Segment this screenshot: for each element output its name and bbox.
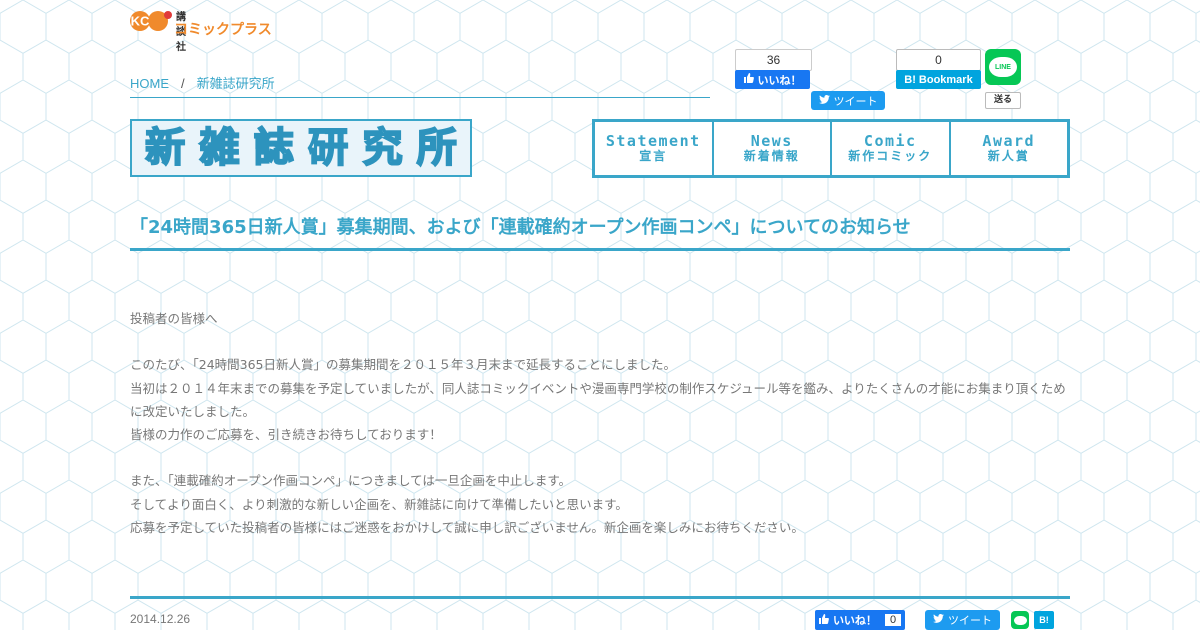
hatena-bookmark-button[interactable]: B! Bookmark: [896, 70, 981, 89]
title-divider: [130, 248, 1070, 251]
twitter-bird-icon: [933, 614, 944, 626]
nav-item-statement[interactable]: Statement 宣言: [595, 122, 714, 175]
line-icon: [1013, 615, 1027, 625]
line-icon: LINE: [989, 57, 1017, 77]
page: KC 講談社 コミックプラス HOME / 新雑誌研究所 36 いいね！ ツイート …: [130, 0, 1070, 630]
body-paragraph: 当初は２０１４年末までの募集を予定していましたが、同人誌コミックイベントや漫画専…: [130, 380, 1066, 419]
nav-item-award[interactable]: Award 新人賞: [951, 122, 1068, 175]
body-paragraph: 投稿者の皆様へ: [130, 311, 218, 326]
site-title-char: 新: [144, 125, 186, 171]
facebook-like-label: いいね！: [757, 74, 802, 87]
facebook-like-count: 0: [884, 614, 902, 626]
site-title-char: 究: [361, 125, 403, 171]
hatena-bookmark-button-bottom[interactable]: B!: [1034, 611, 1054, 629]
nav-item-ja-label: 新着情報: [743, 149, 800, 163]
nav-item-en-label: Statement: [605, 132, 701, 150]
nav-item-comic[interactable]: Comic 新作コミック: [832, 122, 951, 175]
tweet-label: ツイート: [948, 615, 992, 627]
main-nav: Statement 宣言 News 新着情報 Comic 新作コミック Awar…: [592, 119, 1070, 178]
footer-divider: [130, 596, 1070, 599]
site-title-char: 雑: [198, 125, 240, 171]
facebook-like-label: いいね！: [832, 615, 877, 627]
tweet-label: ツイート: [833, 95, 878, 108]
site-title-char: 研: [307, 125, 349, 171]
nav-item-en-label: Award: [982, 132, 1036, 150]
tweet-button-bottom[interactable]: ツイート: [925, 610, 1000, 630]
line-share-button[interactable]: LINE: [985, 49, 1021, 85]
site-title-char: 誌: [253, 125, 295, 171]
body-paragraph: そしてより面白く、より刺激的な新しい企画を、新雑誌に向けて準備したいと思います。: [130, 496, 628, 512]
nav-item-ja-label: 宣言: [639, 149, 668, 163]
hatena-b-icon: B!: [904, 73, 916, 86]
nav-item-ja-label: 新人賞: [987, 149, 1030, 163]
article-title: 「24時間365日新人賞」募集期間、および「連載確約オープン作画コンペ」について…: [130, 217, 911, 238]
facebook-like-button[interactable]: いいね！: [735, 70, 810, 89]
thumbs-up-icon: [743, 73, 754, 86]
site-title-char: 所: [416, 125, 458, 171]
tweet-button[interactable]: ツイート: [811, 91, 885, 110]
nav-item-ja-label: 新作コミック: [848, 149, 933, 163]
body-paragraph: このたび、「24時間365日新人賞」の募集期間を２０１５年３月末まで延長すること…: [130, 357, 677, 373]
nav-item-news[interactable]: News 新着情報: [714, 122, 832, 175]
body-paragraph: また、「連載確約オープン作画コンペ」につきましては一旦企画を中止します。: [130, 473, 572, 489]
breadcrumb: HOME / 新雑誌研究所: [130, 73, 710, 98]
body-paragraph: 皆様の力作のご応募を、引き続きお待ちしております！: [130, 427, 442, 442]
logo-k: KC: [131, 14, 150, 29]
breadcrumb-separator: /: [181, 76, 185, 91]
line-share-button-bottom[interactable]: [1011, 611, 1029, 629]
article-body: 投稿者の皆様へ このたび、「24時間365日新人賞」の募集期間を２０１５年３月末…: [130, 307, 1070, 539]
nav-item-en-label: Comic: [863, 132, 917, 150]
facebook-like-button-bottom[interactable]: いいね！ 0: [815, 610, 905, 630]
breadcrumb-current[interactable]: 新雑誌研究所: [197, 73, 275, 92]
post-date: 2014.12.26: [130, 612, 191, 626]
breadcrumb-home-link[interactable]: HOME: [130, 76, 169, 91]
kc-logo-icon: KC: [130, 10, 172, 32]
brand-name: コミックプラス: [174, 21, 272, 37]
site-title-banner[interactable]: 新 雑 誌 研 究 所: [130, 119, 472, 177]
hatena-bookmark-label: Bookmark: [918, 73, 973, 86]
twitter-bird-icon: [818, 94, 830, 107]
nav-item-en-label: News: [750, 132, 793, 150]
body-paragraph: 応募を予定していた投稿者の皆様にはご迷惑をおかけして誠に申し訳ございません。新企…: [130, 519, 804, 535]
line-send-button[interactable]: 送る: [985, 92, 1021, 109]
facebook-like-count: 36: [735, 49, 812, 71]
hatena-bookmark-count: 0: [896, 49, 981, 71]
thumbs-up-icon: [818, 613, 829, 627]
